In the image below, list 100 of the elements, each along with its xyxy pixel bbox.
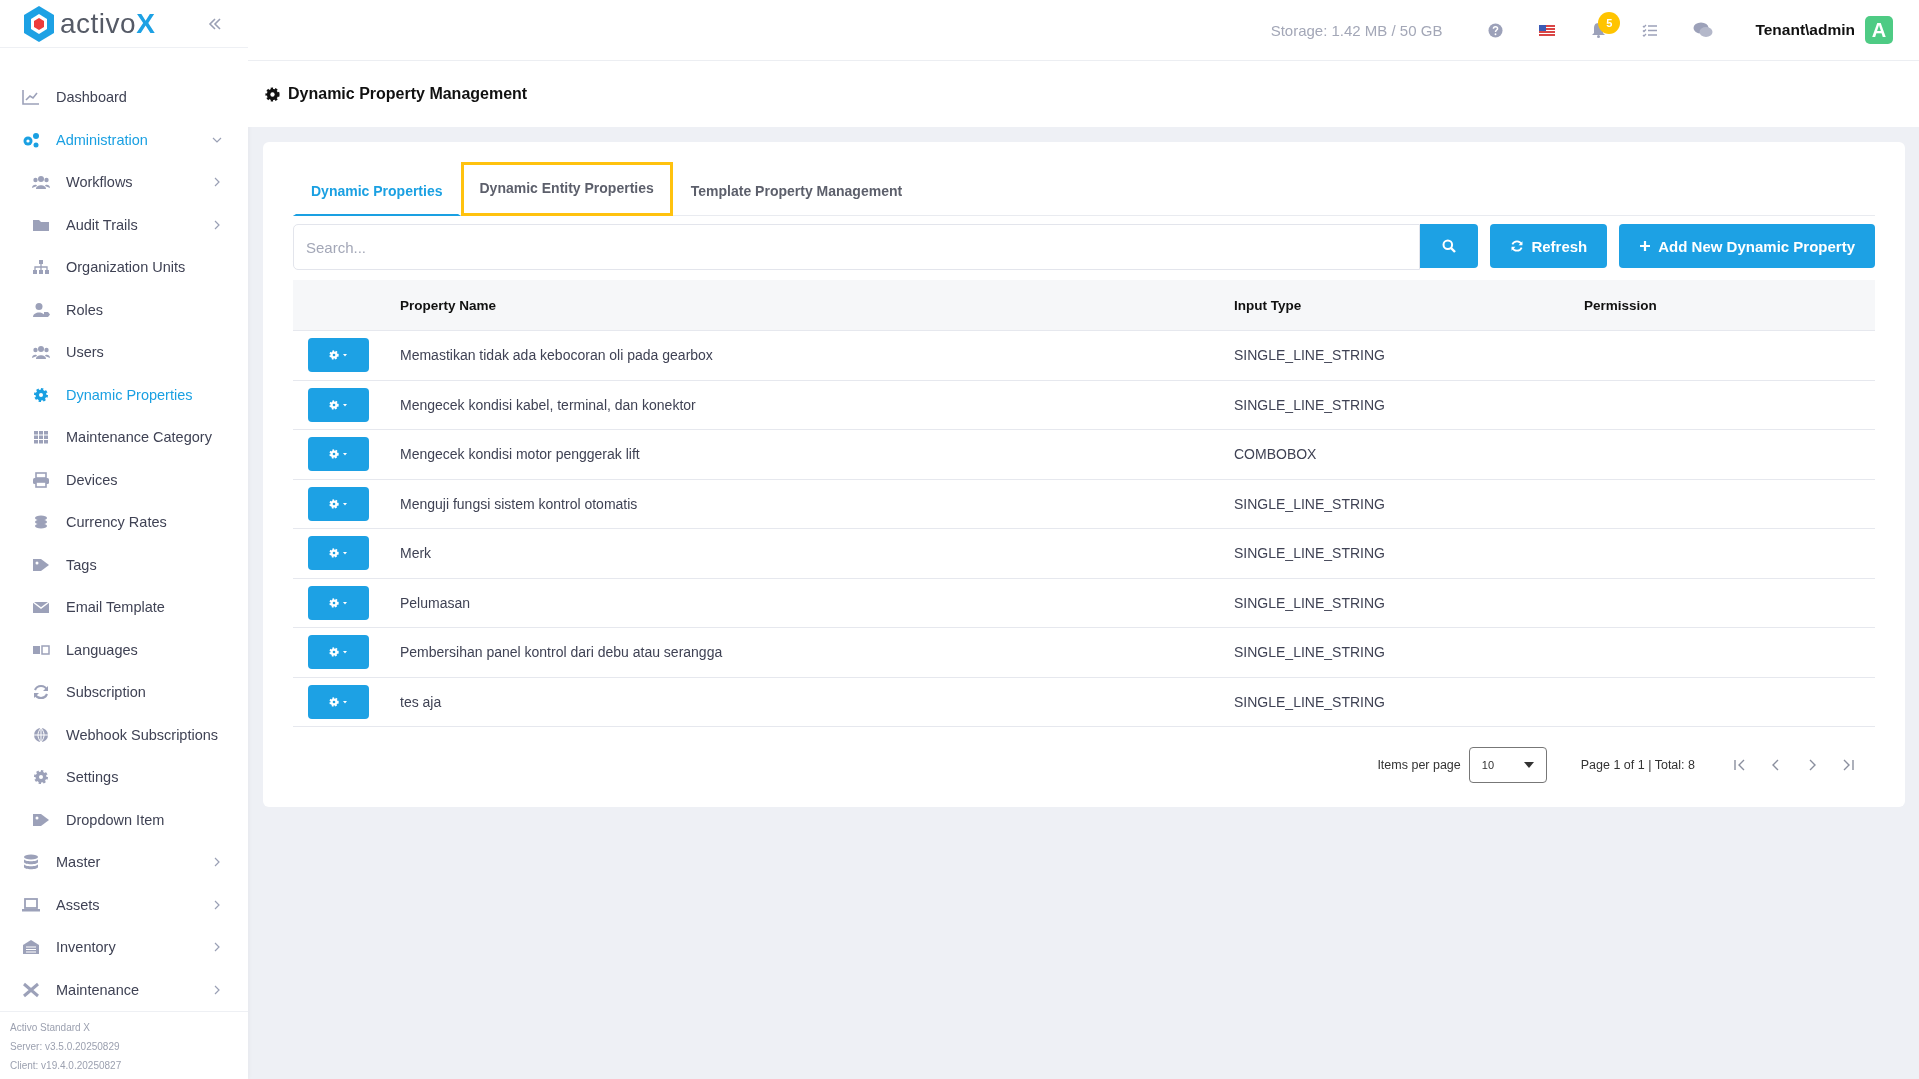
help-icon[interactable] bbox=[1488, 22, 1504, 38]
table-cell-text: COMBOBOX bbox=[1234, 446, 1318, 463]
sidebar-item[interactable]: Users bbox=[0, 331, 248, 374]
search-button[interactable] bbox=[1420, 224, 1479, 268]
table-cell-text: SINGLE_LINE_STRING bbox=[1234, 693, 1386, 710]
page-title: Dynamic Property Management bbox=[288, 85, 528, 103]
sidebar-item[interactable]: Master bbox=[0, 841, 248, 884]
actions-button[interactable] bbox=[308, 635, 369, 670]
sidebar-item[interactable]: Inventory bbox=[0, 926, 248, 969]
laptop-icon bbox=[22, 896, 40, 913]
usertag-icon bbox=[32, 301, 50, 318]
sidebar-item[interactable]: Currency Rates bbox=[0, 501, 248, 544]
sidebar-item[interactable]: Tags bbox=[0, 543, 248, 586]
tag-icon bbox=[32, 811, 50, 828]
notification-badge: 5 bbox=[1598, 12, 1621, 34]
table-cell-text: SINGLE_LINE_STRING bbox=[1234, 594, 1386, 611]
sidebar-item[interactable]: Subscription bbox=[0, 671, 248, 714]
table-cell-text: Menguji fungsi sistem kontrol otomatis bbox=[400, 495, 639, 512]
table-cell-text: Pembersihan panel kontrol dari debu atau serangga bbox=[400, 644, 724, 661]
users-icon bbox=[32, 174, 50, 191]
storage-text: Storage: 1.42 MB / 50 GB bbox=[1270, 21, 1443, 39]
column-header: Property Name bbox=[400, 297, 498, 313]
tree-icon bbox=[32, 259, 50, 276]
flag-icon[interactable] bbox=[1539, 24, 1556, 36]
table-cell-text: Memastikan tidak ada kebocoran oli pada gearbox bbox=[400, 347, 714, 364]
version-text: Server: v3.5.0.20250829 bbox=[10, 1040, 121, 1054]
last-page-icon[interactable] bbox=[1841, 758, 1855, 772]
actions-button[interactable] bbox=[308, 338, 369, 373]
db-icon bbox=[22, 854, 40, 871]
actions-button[interactable] bbox=[308, 387, 369, 422]
sidebar-item[interactable]: Roles bbox=[0, 288, 248, 331]
hexagon-logo-icon bbox=[22, 4, 56, 43]
sidebar-item[interactable]: Maintenance Category bbox=[0, 416, 248, 459]
table-cell-text: SINGLE_LINE_STRING bbox=[1234, 495, 1386, 512]
sidebar-item[interactable]: Languages bbox=[0, 628, 248, 671]
actions-button[interactable] bbox=[308, 684, 369, 719]
table-cell-text: SINGLE_LINE_STRING bbox=[1234, 396, 1386, 413]
gear-caret-icon bbox=[327, 646, 350, 659]
gear-icon bbox=[32, 386, 50, 403]
sidebar-item[interactable]: Audit Trails bbox=[0, 203, 248, 246]
sidebar-item[interactable]: Dropdown Item bbox=[0, 798, 248, 841]
table-cell-text: tes aja bbox=[400, 693, 443, 710]
sidebar-item[interactable]: Settings bbox=[0, 756, 248, 799]
gear-icon bbox=[32, 769, 50, 786]
coins-icon bbox=[32, 514, 50, 531]
grid-icon bbox=[32, 429, 50, 446]
search-icon bbox=[1442, 239, 1457, 253]
sidebar-item[interactable]: Devices bbox=[0, 458, 248, 501]
table-cell-text: SINGLE_LINE_STRING bbox=[1234, 545, 1386, 562]
gear-caret-icon bbox=[327, 448, 350, 461]
sidebar-item[interactable]: Dashboard bbox=[0, 76, 248, 119]
sidebar-item[interactable]: Email Template bbox=[0, 586, 248, 629]
table-cell-text: Mengecek kondisi motor penggerak lift bbox=[400, 446, 641, 463]
sidebar-item[interactable]: Assets bbox=[0, 883, 248, 926]
items-per-page-select[interactable]: 10 bbox=[1468, 747, 1547, 783]
actions-button[interactable] bbox=[308, 437, 369, 472]
gear-caret-icon bbox=[327, 695, 350, 708]
page-summary: Page 1 of 1 | Total: 8 bbox=[1580, 758, 1695, 772]
version-text: Activo Standard X bbox=[10, 1021, 92, 1035]
tag-icon bbox=[32, 556, 50, 573]
sidebar-item[interactable]: Organization Units bbox=[0, 246, 248, 289]
refresh-icon bbox=[1510, 239, 1525, 253]
sync-icon bbox=[32, 684, 50, 701]
globe-icon bbox=[32, 726, 50, 743]
column-header: Input Type bbox=[1234, 297, 1303, 313]
chat-icon[interactable] bbox=[1693, 22, 1714, 38]
sidebar-item[interactable]: Webhook Subscriptions bbox=[0, 713, 248, 756]
logo-text: activoX bbox=[60, 7, 156, 40]
actions-button[interactable] bbox=[308, 585, 369, 620]
chart-icon bbox=[22, 89, 40, 106]
gear-caret-icon bbox=[327, 497, 350, 510]
table-cell-text: SINGLE_LINE_STRING bbox=[1234, 347, 1386, 364]
gears-icon bbox=[22, 131, 40, 148]
table-cell-text: SINGLE_LINE_STRING bbox=[1234, 644, 1386, 661]
gear-caret-icon bbox=[327, 349, 350, 362]
gear-caret-icon bbox=[327, 547, 350, 560]
items-per-page-label: Items per page bbox=[1377, 758, 1461, 772]
version-text: Client: v19.4.0.20250827 bbox=[10, 1059, 123, 1073]
user-name[interactable]: Tenant\admin bbox=[1755, 21, 1855, 39]
table-cell-text: Pelumasan bbox=[400, 594, 472, 611]
checklist-icon[interactable] bbox=[1642, 23, 1658, 37]
tab[interactable]: Dynamic Entity Properties bbox=[460, 162, 673, 216]
sidebar-item[interactable]: Workflows bbox=[0, 161, 248, 204]
first-page-icon[interactable] bbox=[1733, 758, 1747, 772]
gear-caret-icon bbox=[327, 398, 350, 411]
table-cell-text: Mengecek kondisi kabel, terminal, dan konektor bbox=[400, 396, 697, 413]
actions-button[interactable] bbox=[308, 536, 369, 571]
sidebar-item[interactable]: Maintenance bbox=[0, 968, 248, 1011]
caret-icon bbox=[1523, 762, 1534, 768]
search-field[interactable]: Search... bbox=[293, 224, 1421, 270]
mail-icon bbox=[32, 599, 50, 616]
column-header: Permission bbox=[1584, 297, 1658, 313]
warehouse-icon bbox=[22, 939, 40, 956]
table-cell-text: Merk bbox=[400, 545, 433, 562]
plus-icon bbox=[1639, 240, 1652, 252]
printer-icon bbox=[32, 471, 50, 488]
collapse-icon[interactable] bbox=[208, 16, 222, 31]
gear-caret-icon bbox=[327, 596, 350, 609]
actions-button[interactable] bbox=[308, 486, 369, 521]
tab[interactable]: Template Property Management bbox=[672, 162, 921, 216]
